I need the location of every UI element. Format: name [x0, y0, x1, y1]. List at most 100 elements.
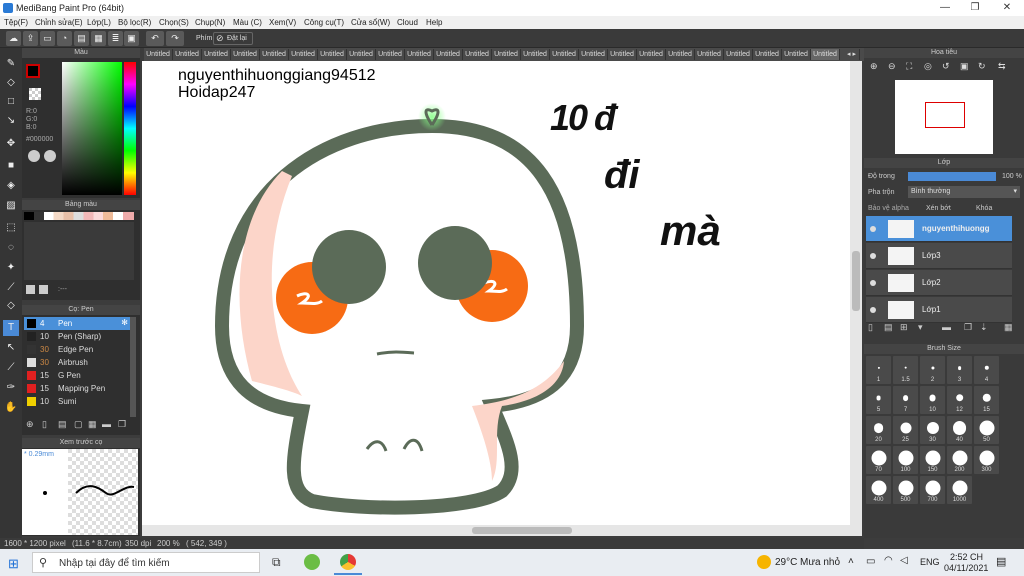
brush-size-cell[interactable]: 30 [920, 416, 945, 444]
saturation-picker[interactable] [62, 62, 122, 195]
brush-item[interactable]: 4 Pen ✻ [24, 317, 130, 330]
navigator-viewport[interactable] [925, 102, 965, 128]
brush-size-cell[interactable]: 25 [893, 416, 918, 444]
document-tab[interactable]: Untitled [811, 49, 840, 60]
new-brush-icon[interactable]: ▯ [42, 419, 47, 430]
brush-size-cell[interactable]: 10 [920, 386, 945, 414]
brush-size-cell[interactable]: 1.5 [893, 356, 918, 384]
brush-size-cell[interactable]: 3 [947, 356, 972, 384]
window-icon[interactable]: ▣ [124, 31, 139, 46]
foreground-color[interactable] [26, 64, 40, 78]
zoom-out-icon[interactable]: ⊖ [888, 61, 896, 72]
eraser-tool-icon[interactable]: ◇ [3, 75, 19, 91]
menu-layer[interactable]: Lớp(L) [87, 18, 111, 27]
new-halftone-icon[interactable]: ▤ [884, 322, 893, 333]
canvas[interactable]: nguyenthihuonggiang94512 Hoidap247 10 đ … [142, 61, 850, 525]
redo-icon[interactable]: ↷ [166, 31, 184, 46]
vscroll-thumb[interactable] [852, 251, 860, 311]
document-tab[interactable]: Untitled [405, 49, 434, 60]
rotate-left-icon[interactable]: ↺ [942, 61, 950, 72]
minimize-icon[interactable]: — [930, 0, 960, 16]
document-tab[interactable]: Untitled [492, 49, 521, 60]
document-tab[interactable]: Untitled [376, 49, 405, 60]
delete-layer-icon[interactable]: ▦ [1004, 322, 1013, 333]
magic-wand-icon[interactable]: ✦ [3, 260, 19, 276]
clock-time[interactable]: 2:52 CH [950, 552, 983, 562]
brush-size-cell[interactable]: 2 [920, 356, 945, 384]
opacity-slider[interactable] [908, 172, 996, 181]
document-tab[interactable]: Untitled [144, 49, 173, 60]
copy-icon[interactable]: ❐ [118, 419, 126, 430]
brush-item[interactable]: 30 Edge Pen [24, 343, 130, 356]
notification-icon[interactable]: ▤ [996, 555, 1006, 568]
layer-row[interactable]: Lớp1 [866, 297, 1012, 323]
menu-window[interactable]: Cửa sổ(W) [351, 18, 390, 27]
medibang-taskbar-icon[interactable] [304, 554, 320, 570]
fullscreen-icon[interactable]: ▣ [960, 61, 969, 72]
layer-row[interactable]: Lớp2 [866, 270, 1012, 296]
add-brush-icon[interactable]: ⊕ [26, 419, 34, 430]
share-icon[interactable]: ⇪ [23, 31, 38, 46]
new-palette-icon[interactable] [26, 285, 35, 294]
clock-date[interactable]: 04/11/2021 [944, 563, 988, 573]
duplicate-icon[interactable]: ❐ [964, 322, 972, 333]
maximize-icon[interactable]: ❐ [960, 0, 990, 16]
folder-icon[interactable]: ▬ [102, 419, 111, 429]
background-color[interactable] [29, 88, 41, 100]
brush-tool-icon[interactable]: ✎ [3, 56, 19, 72]
brush-size-cell[interactable]: 7 [893, 386, 918, 414]
menu-color[interactable]: Màu (C) [233, 18, 262, 27]
rotate-right-icon[interactable]: ↻ [978, 61, 986, 72]
task-view-icon[interactable]: ⧉ [272, 555, 281, 570]
document-tab[interactable]: Untitled [782, 49, 811, 60]
select-eraser-icon[interactable]: ◇ [3, 298, 19, 314]
list-icon[interactable]: ≣ [108, 31, 123, 46]
brush-size-cell[interactable]: 700 [920, 476, 945, 504]
brush-menu-icon[interactable]: ▤ [58, 419, 67, 430]
select-tool-icon[interactable]: ⬚ [3, 220, 19, 236]
brush-size-cell[interactable]: 15 [974, 386, 999, 414]
document-tab[interactable]: Untitled [289, 49, 318, 60]
chevron-up-icon[interactable]: ˄ [848, 556, 854, 567]
clipping-checkbox[interactable]: Xén bớt [926, 205, 951, 212]
menu-select[interactable]: Chọn(S) [159, 18, 189, 27]
chat-icon[interactable]: ◔ [57, 31, 72, 46]
brush-item[interactable]: 30 Airbrush [24, 356, 130, 369]
document-tab[interactable]: Untitled [550, 49, 579, 60]
palette-swatches[interactable] [24, 212, 134, 220]
folder-icon[interactable]: ▬ [942, 322, 951, 332]
brush-size-cell[interactable]: 70 [866, 446, 891, 474]
operation-tool-icon[interactable]: ↖ [3, 340, 19, 356]
tab-scroll-icon[interactable]: ◂ ▸ [844, 49, 860, 60]
network-icon[interactable]: ▭ [866, 556, 875, 567]
layer-menu-icon[interactable]: ▾ [918, 322, 923, 333]
menu-help[interactable]: Help [426, 18, 442, 27]
menu-filter[interactable]: Bộ lọc(R) [118, 18, 151, 27]
eyedrop-tool-icon[interactable]: ✑ [3, 380, 19, 396]
menu-tools[interactable]: Công cụ(T) [304, 18, 344, 27]
blend-select[interactable]: Bình thường ▾ [908, 186, 1020, 198]
brush-size-cell[interactable]: 4 [974, 356, 999, 384]
document-tab[interactable]: Untitled [637, 49, 666, 60]
brush-item[interactable]: 10 Sumi [24, 395, 130, 408]
text-tool-icon[interactable]: T [3, 320, 19, 336]
document-tab[interactable]: Untitled [260, 49, 289, 60]
menu-file[interactable]: Tệp(F) [4, 18, 28, 27]
chrome-taskbar-icon[interactable] [340, 554, 356, 570]
flip-icon[interactable]: ⇆ [998, 61, 1006, 72]
lock-checkbox[interactable]: Khóa [976, 205, 992, 212]
brush-item[interactable]: 15 G Pen [24, 369, 130, 382]
comment-icon[interactable]: ▭ [40, 31, 55, 46]
layer-row[interactable]: nguyenthihuongg [866, 216, 1012, 242]
zoom-in-icon[interactable]: ⊕ [870, 61, 878, 72]
document-tab[interactable]: Untitled [753, 49, 782, 60]
document-tab[interactable]: Untitled [231, 49, 260, 60]
undo-icon[interactable]: ↶ [146, 31, 164, 46]
menu-capture[interactable]: Chụp(N) [195, 18, 225, 27]
add-layer-icon[interactable]: ⊞ [900, 322, 908, 333]
document-tab[interactable]: Untitled [608, 49, 637, 60]
brush-size-cell[interactable]: 200 [947, 446, 972, 474]
hue-slider[interactable] [124, 62, 136, 195]
document-tab[interactable]: Untitled [434, 49, 463, 60]
pen-tool-icon[interactable]: ↘ [3, 113, 19, 129]
